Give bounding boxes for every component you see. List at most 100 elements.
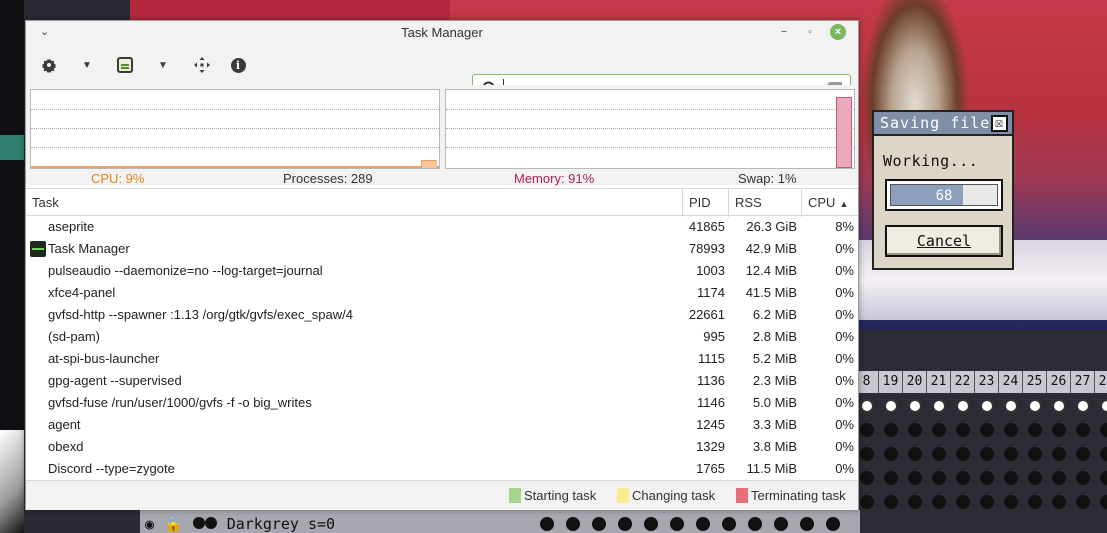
- column-header-pid[interactable]: PID: [683, 189, 729, 217]
- cel-filled[interactable]: [1095, 467, 1107, 489]
- cel-filled[interactable]: [1071, 491, 1095, 513]
- cel-filled[interactable]: [951, 467, 975, 489]
- cel-filled[interactable]: [975, 419, 999, 441]
- titlebar[interactable]: ⌄ Task Manager − ◦ ×: [26, 21, 858, 45]
- table-row[interactable]: (sd-pam) 995 2.8 MiB 0%: [26, 326, 858, 348]
- frame-number[interactable]: 21: [927, 371, 951, 393]
- eye-icon[interactable]: ◉: [145, 515, 154, 533]
- cel-filled[interactable]: [1023, 419, 1047, 441]
- saving-dialog-titlebar[interactable]: Saving file ☒: [874, 112, 1012, 136]
- cel-filled[interactable]: [1047, 443, 1071, 465]
- cel-empty[interactable]: [879, 395, 903, 417]
- table-row[interactable]: gvfsd-http --spawner :1.13 /org/gtk/gvfs…: [26, 304, 858, 326]
- frame-number[interactable]: 20: [903, 371, 927, 393]
- cel-filled[interactable]: [1023, 491, 1047, 513]
- cel-filled[interactable]: [696, 517, 710, 531]
- cel-empty[interactable]: [999, 395, 1023, 417]
- minimize-icon[interactable]: −: [776, 24, 792, 40]
- cel-filled[interactable]: [1095, 419, 1107, 441]
- cel-filled[interactable]: [774, 517, 788, 531]
- lock-icon[interactable]: 🔒: [164, 515, 183, 533]
- cel-filled[interactable]: [951, 443, 975, 465]
- frame-number[interactable]: 26: [1047, 371, 1071, 393]
- palette-swatch[interactable]: [0, 135, 24, 160]
- cel-filled[interactable]: [903, 443, 927, 465]
- cel-filled[interactable]: [927, 419, 951, 441]
- cel-filled[interactable]: [975, 443, 999, 465]
- chevron-down-icon[interactable]: ▼: [80, 56, 94, 74]
- cel-filled[interactable]: [722, 517, 736, 531]
- monitor-icon[interactable]: [116, 56, 134, 74]
- crosshair-icon[interactable]: [193, 56, 211, 74]
- cel-filled[interactable]: [1071, 443, 1095, 465]
- cel-empty[interactable]: [1047, 395, 1071, 417]
- cel-filled[interactable]: [1047, 467, 1071, 489]
- table-row[interactable]: gpg-agent --supervised 1136 2.3 MiB 0%: [26, 370, 858, 392]
- cel-filled[interactable]: [1023, 443, 1047, 465]
- table-row[interactable]: aseprite 41865 26.3 GiB 8%: [26, 216, 858, 238]
- cel-filled[interactable]: [800, 517, 814, 531]
- restore-icon[interactable]: ◦: [802, 24, 818, 40]
- cel-filled[interactable]: [903, 491, 927, 513]
- cel-filled[interactable]: [1047, 491, 1071, 513]
- cel-empty[interactable]: [951, 395, 975, 417]
- cel-filled[interactable]: [975, 491, 999, 513]
- cel-filled[interactable]: [975, 467, 999, 489]
- cel-filled[interactable]: [1071, 467, 1095, 489]
- table-row[interactable]: at-spi-bus-launcher 1115 5.2 MiB 0%: [26, 348, 858, 370]
- cel-filled[interactable]: [879, 443, 903, 465]
- cel-empty[interactable]: [1023, 395, 1047, 417]
- cel-filled[interactable]: [927, 443, 951, 465]
- frame-number[interactable]: 24: [999, 371, 1023, 393]
- cancel-button[interactable]: Cancel: [885, 225, 1003, 257]
- table-row[interactable]: agent 1245 3.3 MiB 0%: [26, 414, 858, 436]
- cel-filled[interactable]: [670, 517, 684, 531]
- table-row[interactable]: xfce4-panel 1174 41.5 MiB 0%: [26, 282, 858, 304]
- gear-icon[interactable]: [40, 56, 58, 74]
- cel-filled[interactable]: [826, 517, 840, 531]
- cel-filled[interactable]: [903, 419, 927, 441]
- cel-filled[interactable]: [903, 467, 927, 489]
- frame-number[interactable]: 19: [879, 371, 903, 393]
- cel-empty[interactable]: [1071, 395, 1095, 417]
- cel-filled[interactable]: [999, 419, 1023, 441]
- column-header-task[interactable]: Task: [26, 189, 683, 217]
- cel-empty[interactable]: [1095, 395, 1107, 417]
- cel-filled[interactable]: [879, 467, 903, 489]
- frame-number[interactable]: 22: [951, 371, 975, 393]
- frame-number[interactable]: 27: [1071, 371, 1095, 393]
- cel-filled[interactable]: [999, 491, 1023, 513]
- cel-filled[interactable]: [1023, 467, 1047, 489]
- cel-filled[interactable]: [927, 467, 951, 489]
- cel-filled[interactable]: [879, 491, 903, 513]
- frame-number[interactable]: 25: [1023, 371, 1047, 393]
- cel-empty[interactable]: [903, 395, 927, 417]
- column-header-cpu[interactable]: CPU ▲: [802, 189, 858, 217]
- link-icon[interactable]: [192, 515, 217, 533]
- frame-number[interactable]: 23: [975, 371, 999, 393]
- table-row[interactable]: obexd 1329 3.8 MiB 0%: [26, 436, 858, 458]
- cel-filled[interactable]: [618, 517, 632, 531]
- cel-filled[interactable]: [1095, 443, 1107, 465]
- color-picker-gradient[interactable]: [0, 430, 24, 533]
- cel-empty[interactable]: [927, 395, 951, 417]
- cel-filled[interactable]: [951, 419, 975, 441]
- cel-filled[interactable]: [592, 517, 606, 531]
- cel-filled[interactable]: [879, 419, 903, 441]
- close-icon[interactable]: ☒: [991, 115, 1008, 132]
- cel-filled[interactable]: [748, 517, 762, 531]
- frame-number[interactable]: 28: [1095, 371, 1107, 393]
- info-icon[interactable]: i: [229, 56, 247, 74]
- close-icon[interactable]: ×: [830, 24, 846, 40]
- cel-filled[interactable]: [566, 517, 580, 531]
- table-row[interactable]: pulseaudio --daemonize=no --log-target=j…: [26, 260, 858, 282]
- cel-filled[interactable]: [540, 517, 554, 531]
- chevron-down-icon[interactable]: ▼: [156, 56, 170, 74]
- table-row[interactable]: gvfsd-fuse /run/user/1000/gvfs -f -o big…: [26, 392, 858, 414]
- cel-filled[interactable]: [999, 467, 1023, 489]
- cel-filled[interactable]: [1095, 491, 1107, 513]
- table-row[interactable]: Discord --type=zygote 1765 11.5 MiB 0%: [26, 458, 858, 478]
- table-row[interactable]: Task Manager 78993 42.9 MiB 0%: [26, 238, 858, 260]
- cel-filled[interactable]: [644, 517, 658, 531]
- cel-filled[interactable]: [999, 443, 1023, 465]
